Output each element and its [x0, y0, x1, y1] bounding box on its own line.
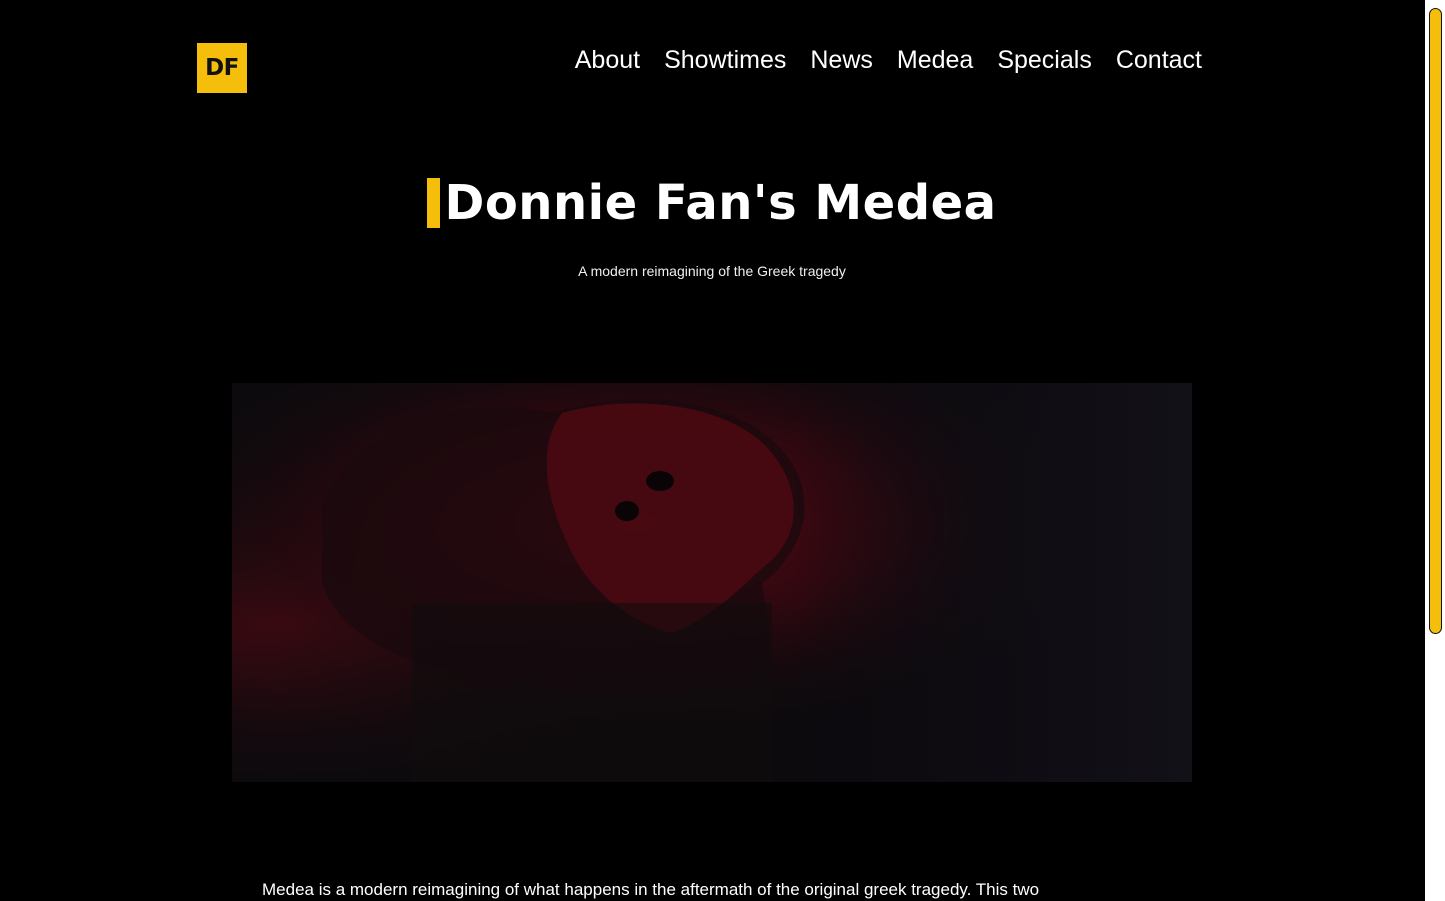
nav-medea[interactable]: Medea	[897, 44, 973, 76]
page: DF About Showtimes News Medea Specials C…	[0, 0, 1445, 901]
nav-specials[interactable]: Specials	[997, 44, 1092, 76]
scrollbar-thumb[interactable]	[1429, 8, 1442, 634]
nav-showtimes[interactable]: Showtimes	[664, 44, 786, 76]
nav-contact[interactable]: Contact	[1116, 44, 1202, 76]
hero-image	[232, 383, 1192, 782]
intro-paragraph: Medea is a modern reimagining of what ha…	[262, 880, 1040, 899]
page-title: Donnie Fan's Medea	[427, 175, 996, 231]
title-accent-bar	[427, 178, 441, 228]
page-subtitle: A modern reimagining of the Greek traged…	[578, 263, 846, 279]
page-title-text: Donnie Fan's Medea	[444, 175, 997, 231]
main-nav: About Showtimes News Medea Specials Cont…	[575, 44, 1202, 76]
nav-news[interactable]: News	[810, 44, 873, 76]
hero-image-graphic	[232, 383, 1192, 782]
logo[interactable]: DF	[197, 43, 247, 93]
title-wrap: Donnie Fan's Medea	[0, 175, 1424, 231]
scrollbar[interactable]	[1425, 0, 1445, 901]
nav-about[interactable]: About	[575, 44, 640, 76]
